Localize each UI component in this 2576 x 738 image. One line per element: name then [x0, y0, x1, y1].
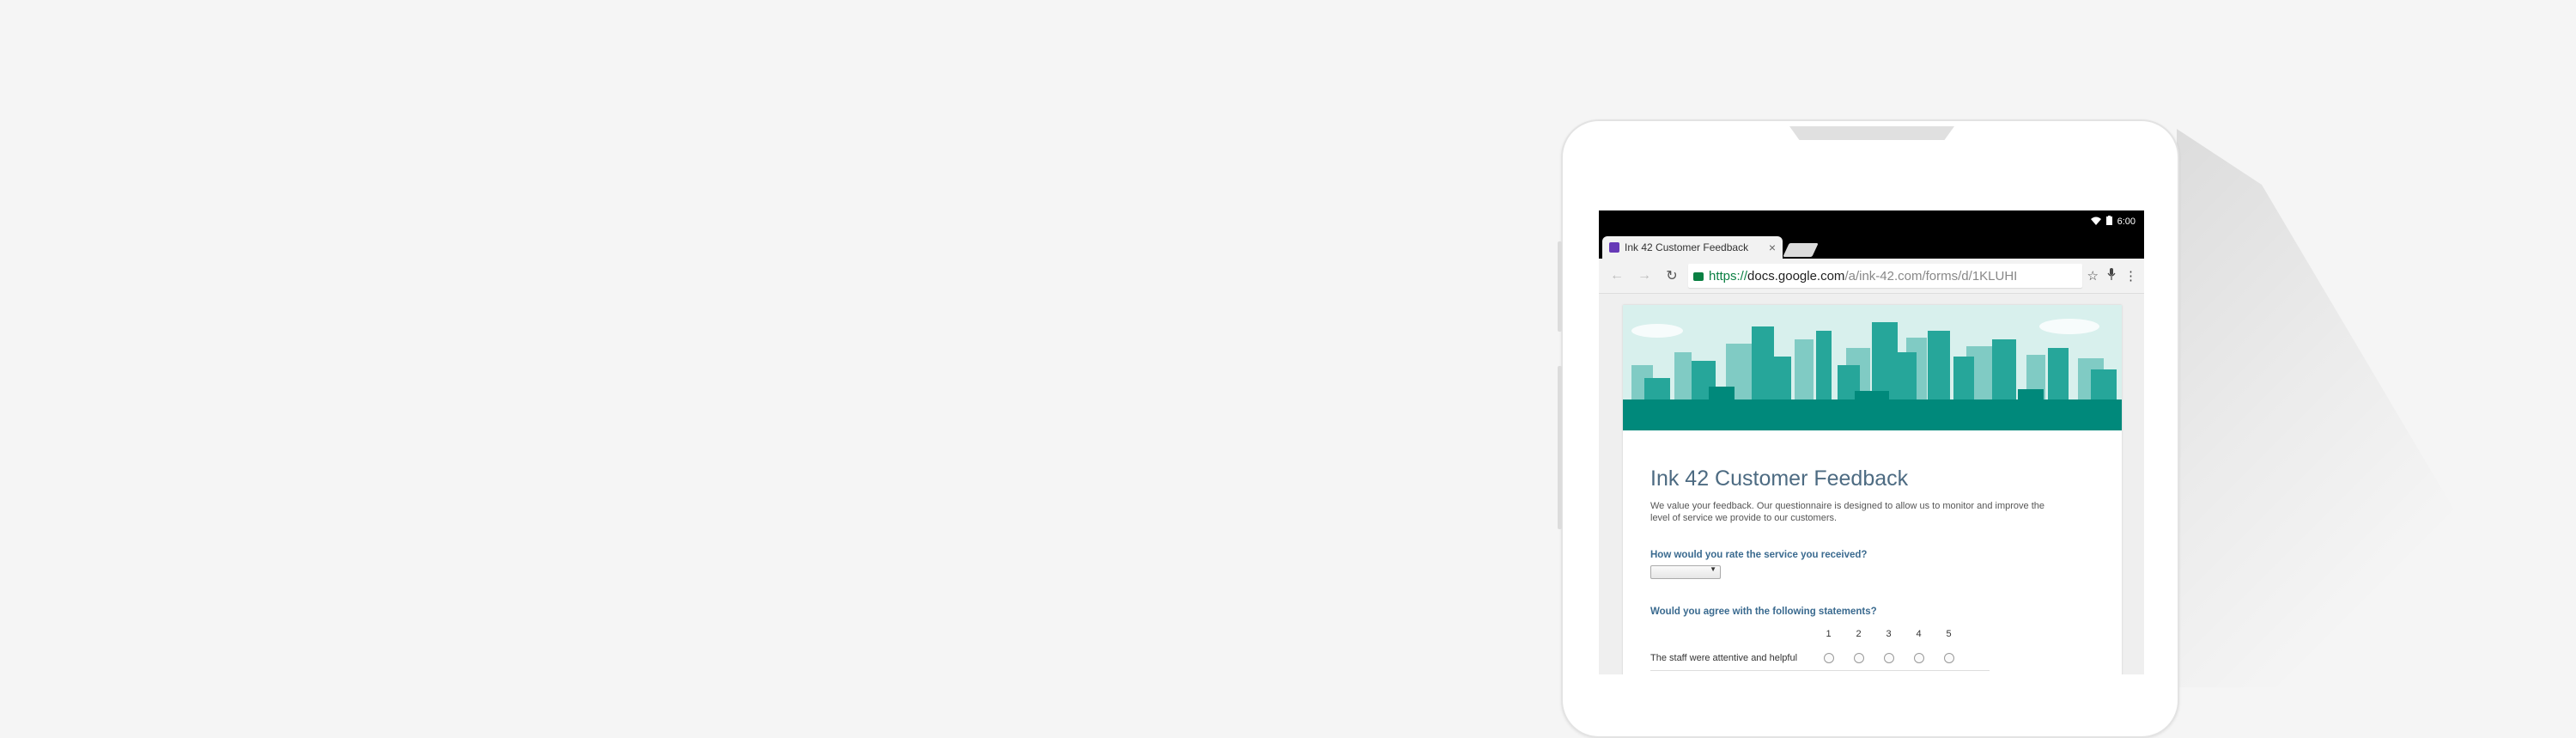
grid-row-label: The staff were attentive and helpful [1650, 653, 1798, 663]
volume-button [1558, 241, 1562, 332]
form-title: Ink 42 Customer Feedback [1650, 467, 1909, 491]
lock-icon [1693, 272, 1704, 281]
forward-arrow-icon[interactable]: → [1633, 268, 1656, 284]
tab-strip: Ink 42 Customer Feedback × [1599, 233, 2144, 259]
battery-icon [2105, 216, 2112, 228]
close-tab-icon[interactable]: × [1769, 241, 1776, 254]
reload-icon[interactable]: ↻ [1661, 267, 1683, 284]
question-service-rating: How would you rate the service you recei… [1650, 550, 1868, 560]
tablet-speaker [1789, 126, 1954, 140]
scale-label: 5 [1946, 629, 1952, 639]
agreement-grid: 1 2 3 4 5 The staff were attentive and h… [1650, 629, 1990, 671]
tab-feedback-form[interactable]: Ink 42 Customer Feedback × [1602, 236, 1783, 259]
status-bar: 6:00 [1599, 210, 2144, 233]
bookmark-star-icon[interactable]: ☆ [2087, 268, 2099, 284]
radio-option-5[interactable] [1943, 653, 1954, 663]
power-button [1558, 366, 1562, 529]
form-description: We value your feedback. Our questionnair… [1650, 501, 2044, 523]
city-skyline-banner [1623, 305, 2122, 430]
radio-option-1[interactable] [1823, 653, 1834, 663]
grid-row: The staff were attentive and helpful [1650, 653, 1990, 671]
radio-option-2[interactable] [1853, 653, 1864, 663]
scale-label: 2 [1856, 629, 1862, 639]
microphone-icon[interactable] [2107, 268, 2116, 284]
dropdown-arrow-icon: ▼ [1710, 565, 1716, 573]
question-agreement: Would you agree with the following state… [1650, 607, 1877, 617]
menu-more-icon[interactable]: ⋮ [2124, 268, 2137, 284]
forms-favicon-icon [1609, 242, 1619, 253]
browser-toolbar: ← → ↻ https://docs.google.com/a/ink-42.c… [1599, 259, 2144, 294]
radio-option-3[interactable] [1883, 653, 1894, 663]
tablet-screen: 6:00 Ink 42 Customer Feedback × ← → ↻ ht… [1599, 210, 2144, 674]
url-host: docs.google.com [1747, 268, 1845, 284]
grid-scale-header: 1 2 3 4 5 [1814, 629, 1990, 639]
scale-label: 4 [1916, 629, 1922, 639]
scale-label: 3 [1886, 629, 1892, 639]
address-bar[interactable]: https://docs.google.com/a/ink-42.com/for… [1688, 264, 2082, 288]
status-time: 6:00 [2117, 217, 2136, 227]
tablet-shadow [2177, 129, 2460, 687]
tab-title: Ink 42 Customer Feedback [1625, 241, 1749, 253]
form-page: Ink 42 Customer Feedback We value your f… [1623, 305, 2122, 674]
scale-label: 1 [1826, 629, 1832, 639]
radio-option-4[interactable] [1913, 653, 1924, 663]
url-path: /a/ink-42.com/forms/d/1KLUHI [1844, 268, 2018, 284]
wifi-icon [2090, 217, 2101, 228]
new-tab-button[interactable] [1783, 243, 1819, 257]
service-rating-select[interactable]: ▼ [1650, 565, 1721, 579]
url-scheme: https:// [1709, 268, 1748, 284]
back-arrow-icon[interactable]: ← [1606, 268, 1628, 284]
